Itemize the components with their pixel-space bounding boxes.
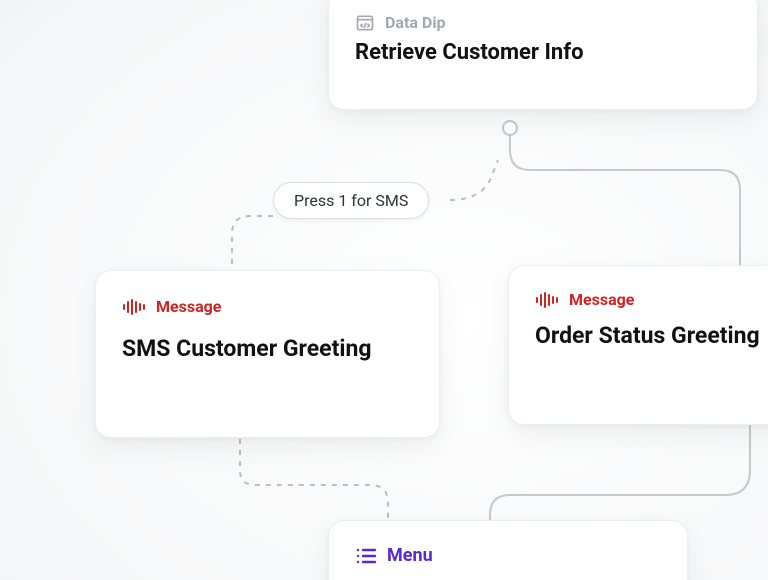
- node-title: Order Status Greeting: [535, 322, 768, 351]
- edge-label-text: Press 1 for SMS: [294, 191, 408, 210]
- menu-list-icon: [355, 547, 377, 565]
- node-data-dip[interactable]: Data Dip Retrieve Customer Info: [328, 0, 758, 110]
- node-sms-greeting[interactable]: Message SMS Customer Greeting: [95, 270, 440, 438]
- edge-label-press-1[interactable]: Press 1 for SMS: [273, 182, 429, 219]
- node-order-status[interactable]: Message Order Status Greeting: [508, 265, 768, 425]
- node-type-label: Data Dip: [385, 15, 446, 31]
- flow-canvas[interactable]: Data Dip Retrieve Customer Info Press 1 …: [0, 0, 768, 580]
- node-type-label: Menu: [387, 547, 433, 565]
- node-menu[interactable]: Menu: [328, 520, 688, 580]
- audio-wave-icon: [122, 299, 146, 315]
- audio-wave-icon: [535, 292, 559, 308]
- node-type-label: Message: [569, 292, 634, 308]
- node-title: SMS Customer Greeting: [122, 335, 413, 364]
- code-icon: [355, 13, 375, 33]
- node-type-label: Message: [156, 299, 221, 315]
- node-title: Retrieve Customer Info: [355, 39, 731, 67]
